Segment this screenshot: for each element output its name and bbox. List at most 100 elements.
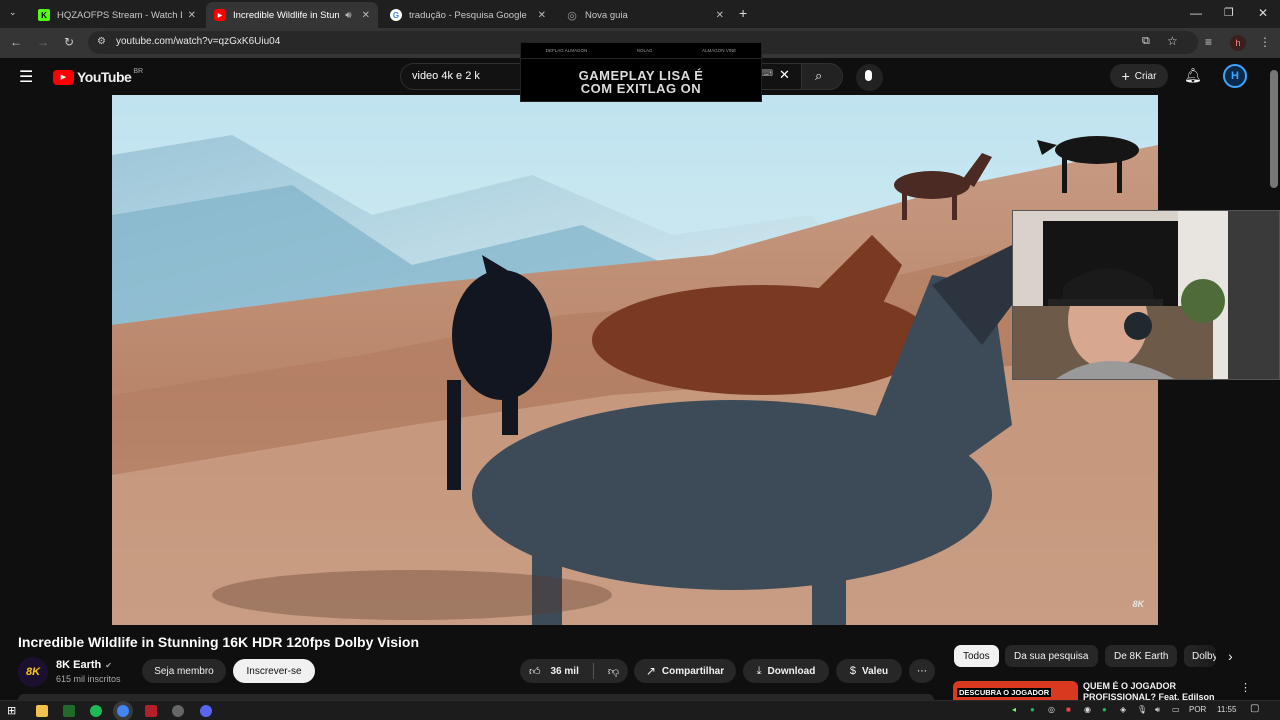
install-app-icon[interactable]: ⧉ (1142, 35, 1150, 48)
tab-search-chevron-icon[interactable]: ⌄ (9, 7, 17, 18)
bookmark-star-icon[interactable]: ☆ (1167, 34, 1178, 48)
more-actions-button[interactable]: ⋯ (909, 659, 935, 683)
share-arrow-icon: ↗ (645, 664, 656, 678)
clock[interactable]: 11:55 (1217, 705, 1236, 714)
thanks-button[interactable]: $ Valeu (836, 659, 902, 683)
chip-all[interactable]: Todos (954, 645, 999, 667)
tab-google-search[interactable]: G tradução - Pesquisa Google ✕ (382, 2, 554, 28)
ad-header-item: ALMAGON VINE (701, 48, 737, 53)
browser-menu-icon[interactable]: ⋮ (1259, 35, 1271, 49)
tray-discord-icon[interactable]: ◈ (1120, 705, 1126, 714)
download-label: Download (767, 665, 816, 677)
thumbs-down-icon[interactable]: 👎︎ (608, 665, 619, 678)
profile-avatar[interactable]: h (1230, 35, 1246, 51)
chip-next-chevron-icon[interactable]: › (1228, 648, 1233, 664)
tab-title: Incredible Wildlife in Stunning 16K (233, 9, 340, 21)
channel-name-row[interactable]: 8K Earth ✔ (56, 659, 112, 671)
recommendation-thumbnail[interactable]: DESCUBRA O JOGADOR (953, 681, 1078, 700)
download-icon: ⤓ (756, 664, 762, 677)
chrome-favicon-icon: ◎ (567, 9, 577, 22)
speaker-icon[interactable]: 🔊︎ (345, 10, 351, 21)
thumbs-up-icon[interactable]: 👍︎ (529, 665, 541, 678)
close-tab-icon[interactable]: ✕ (716, 10, 724, 21)
recommendation-title[interactable]: QUEM É O JOGADOR PROFISSIONAL? Feat. Edi… (1083, 681, 1233, 700)
minimize-icon[interactable]: — (1190, 6, 1202, 20)
subscribe-label: Inscrever-se (246, 665, 302, 677)
like-count[interactable]: 36 mil (551, 666, 579, 677)
back-arrow-icon[interactable]: ← (10, 35, 22, 49)
subscribe-button[interactable]: Inscrever-se (233, 659, 315, 683)
file-explorer-icon[interactable] (36, 705, 48, 717)
tray-steam-icon[interactable]: ◉ (1084, 705, 1091, 714)
tray-volume-icon[interactable]: 🔊︎ (1155, 705, 1160, 715)
tab-title: HQZAOFPS Stream - Watch Live (57, 9, 182, 21)
tray-app-icon[interactable]: ◎ (1048, 705, 1055, 714)
tray-mic-icon[interactable]: 🎙︎ (1137, 705, 1147, 714)
kick-favicon-icon: K (38, 9, 50, 21)
maximize-icon[interactable]: ❐ (1224, 6, 1234, 19)
voice-search-button[interactable] (856, 64, 883, 91)
stream-ad-overlay: DEFLAG ALMAGON NOLAG ALMAGON VINE GAMEPL… (520, 42, 762, 102)
join-member-label: Seja membro (154, 665, 214, 677)
hamburger-menu-icon[interactable]: ☰ (19, 67, 33, 87)
close-tab-icon[interactable]: ✕ (362, 10, 370, 21)
share-button[interactable]: ↗ Compartilhar (634, 659, 736, 683)
chip-from-search[interactable]: Da sua pesquisa (1005, 645, 1098, 667)
tab-new-tab[interactable]: ◎ Nova guia ✕ (558, 2, 732, 28)
youtube-play-logo-icon: ▶ (53, 69, 74, 85)
tray-arrow-icon[interactable]: ◂ (1012, 705, 1016, 714)
ad-header-item: DEFLAG ALMAGON (545, 48, 588, 53)
spotify-icon[interactable] (90, 705, 102, 717)
notifications-bell-icon[interactable]: 🔔︎ (1184, 67, 1202, 84)
notification-center-icon[interactable]: ▢ (1250, 703, 1259, 714)
tray-spotify-icon[interactable]: ● (1030, 705, 1035, 714)
channel-name[interactable]: 8K Earth (56, 659, 101, 671)
youtube-logo[interactable]: ▶ YouTube BR (53, 68, 143, 85)
create-label: Criar (1134, 70, 1157, 82)
tab-youtube-video[interactable]: ▶ Incredible Wildlife in Stunning 16K 🔊︎… (206, 2, 378, 28)
search-button[interactable]: ⌕ (801, 63, 843, 90)
logo-text: YouTube (77, 69, 132, 85)
windows-taskbar: ⊞ ◂ ● ◎ ■ ◉ ● ◈ 🎙︎ 🔊︎ ▭ POR 11:55 ▢ (0, 700, 1280, 720)
chip-label: Dolby (1192, 650, 1216, 662)
video-player[interactable]: 8K (112, 95, 1158, 625)
browser-tab-strip: ⌄ K HQZAOFPS Stream - Watch Live ✕ ▶ Inc… (0, 0, 1280, 28)
xbox-app-icon[interactable] (63, 705, 75, 717)
channel-avatar[interactable]: 8K (18, 657, 48, 687)
download-button[interactable]: ⤓ Download (743, 659, 829, 683)
search-icon: ⌕ (815, 68, 823, 83)
tray-green-icon[interactable]: ● (1102, 705, 1107, 714)
chrome-icon[interactable] (117, 705, 129, 717)
discord-icon[interactable] (200, 705, 212, 717)
recommendation-menu-icon[interactable]: ⋮ (1240, 681, 1251, 694)
chip-from-channel[interactable]: De 8K Earth (1105, 645, 1178, 667)
tray-red-icon[interactable]: ■ (1066, 705, 1071, 714)
close-tab-icon[interactable]: ✕ (188, 10, 196, 21)
language-indicator[interactable]: POR (1189, 705, 1206, 714)
tab-hqzaofps[interactable]: K HQZAOFPS Stream - Watch Live ✕ (30, 2, 204, 28)
create-button[interactable]: + Criar (1110, 64, 1168, 88)
app-circle-icon[interactable] (172, 705, 184, 717)
chip-label: Todos (963, 650, 990, 662)
site-info-icon[interactable]: ⚙ (97, 36, 106, 47)
windows-start-icon[interactable]: ⊞ (7, 704, 16, 717)
forward-arrow-icon[interactable]: → (37, 35, 49, 49)
new-tab-plus-icon[interactable]: + (739, 5, 747, 21)
like-dislike-group: 👍︎ 36 mil 👎︎ (520, 659, 628, 683)
join-member-button[interactable]: Seja membro (142, 659, 226, 683)
search-query-text: video 4k e 2 k (412, 70, 480, 82)
page-scrollbar-thumb[interactable] (1270, 70, 1278, 188)
media-control-icon[interactable]: ≡ (1205, 35, 1212, 49)
clear-search-icon[interactable]: ✕ (779, 67, 790, 83)
video-frame-horses (112, 95, 1158, 625)
close-window-icon[interactable]: ✕ (1258, 6, 1268, 20)
account-avatar[interactable]: H (1223, 64, 1247, 88)
app-red-icon[interactable] (145, 705, 157, 717)
close-tab-icon[interactable]: ✕ (538, 10, 546, 21)
subscriber-count: 615 mil inscritos (56, 674, 121, 684)
reload-icon[interactable]: ↻ (64, 35, 74, 49)
chip-dolby[interactable]: Dolby (1184, 645, 1216, 667)
thanks-label: Valeu (861, 665, 889, 677)
tray-network-icon[interactable]: ▭ (1172, 705, 1180, 714)
tab-title: tradução - Pesquisa Google (409, 9, 527, 21)
